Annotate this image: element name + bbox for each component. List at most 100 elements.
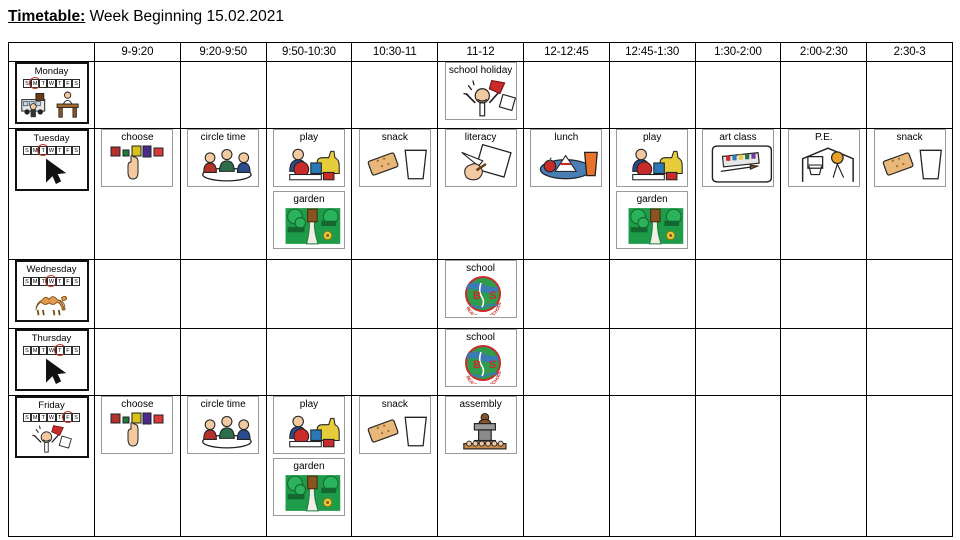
- schedule-cell[interactable]: [780, 259, 868, 329]
- schedule-cell[interactable]: [780, 395, 868, 537]
- activity-card[interactable]: garden: [272, 191, 345, 249]
- activity-label: school: [466, 332, 496, 343]
- schedule-cell[interactable]: [608, 259, 696, 329]
- schedule-cell[interactable]: school holiday: [437, 61, 524, 129]
- schedule-cell[interactable]: circle time: [179, 128, 267, 260]
- schedule-cell[interactable]: [265, 328, 353, 396]
- day-label: Monday: [34, 67, 69, 77]
- schedule-cell[interactable]: [179, 61, 267, 129]
- day-label: Tuesday: [33, 134, 70, 144]
- schedule-cell[interactable]: [780, 328, 868, 396]
- activity-card[interactable]: choose: [101, 396, 174, 454]
- schedule-cell[interactable]: literacy: [437, 128, 524, 260]
- schedule-cell[interactable]: [866, 61, 953, 129]
- activity-card[interactable]: literacy: [444, 129, 517, 187]
- week-letter: F: [63, 146, 72, 155]
- schedule-cell[interactable]: snack: [866, 128, 953, 260]
- schedule-cell[interactable]: choose: [94, 395, 181, 537]
- schedule-cell[interactable]: [351, 328, 439, 396]
- schedule-cell[interactable]: art class: [694, 128, 782, 260]
- day-card-thursday[interactable]: Thursday SMTWTFS: [14, 329, 89, 391]
- day-cell: Friday SMTWTFS: [8, 395, 95, 537]
- schedule-cell[interactable]: [866, 259, 953, 329]
- day-card-friday[interactable]: Friday SMTWTFS: [14, 396, 89, 458]
- schedule-cell[interactable]: [866, 328, 953, 396]
- schedule-cell[interactable]: [608, 395, 696, 537]
- schedule-cell[interactable]: snack: [351, 395, 439, 537]
- activity-card[interactable]: snack: [358, 129, 431, 187]
- activity-card[interactable]: school BSBEAUCHAMP SCHOOL: [444, 329, 517, 387]
- activity-label: snack: [381, 132, 408, 143]
- activity-card[interactable]: play: [616, 129, 689, 187]
- schedule-cell[interactable]: [694, 259, 782, 329]
- schedule-cell[interactable]: school BSBEAUCHAMP SCHOOL: [437, 259, 524, 329]
- week-letter: S: [22, 413, 32, 422]
- schedule-cell[interactable]: lunch: [522, 128, 610, 260]
- schedule-cell[interactable]: school BSBEAUCHAMP SCHOOL: [437, 328, 524, 396]
- activity-label: play: [299, 399, 319, 410]
- activity-card[interactable]: circle time: [187, 396, 260, 454]
- week-letter: W: [47, 79, 56, 88]
- day-card-tuesday[interactable]: Tuesday SMTWTFS: [14, 129, 89, 191]
- schedule-cell[interactable]: [179, 259, 267, 329]
- toys-icon: [275, 144, 343, 184]
- schedule-cell[interactable]: [351, 61, 439, 129]
- school-bus-and-desk-icon: [19, 89, 85, 119]
- timetable-header: 9-9:20 9:20-9:50 9:50-10:30 10:30-11 11-12 12…: [8, 42, 953, 62]
- day-card-monday[interactable]: Monday SMTWTFS: [14, 62, 89, 124]
- schedule-cell[interactable]: play garden: [265, 395, 353, 537]
- day-card-wednesday[interactable]: Wednesday SMTWTFS: [14, 260, 89, 322]
- schedule-cell[interactable]: [179, 328, 267, 396]
- schedule-cell[interactable]: [94, 61, 181, 129]
- week-strip: SMTWTFS: [19, 344, 85, 356]
- activity-label: school: [466, 263, 496, 274]
- schedule-cell[interactable]: [265, 259, 353, 329]
- week-letter: T: [53, 344, 66, 356]
- garden-icon: [275, 206, 343, 246]
- activity-card[interactable]: play: [272, 396, 345, 454]
- schedule-cell[interactable]: [780, 61, 868, 129]
- schedule-cell[interactable]: circle time: [179, 395, 267, 537]
- children-circle-icon: [189, 411, 257, 451]
- schedule-cell[interactable]: choose: [94, 128, 181, 260]
- schedule-cell[interactable]: [522, 259, 610, 329]
- activity-card[interactable]: play: [272, 129, 345, 187]
- schedule-cell[interactable]: [265, 61, 353, 129]
- schedule-cell[interactable]: [866, 395, 953, 537]
- activity-card[interactable]: lunch: [530, 129, 603, 187]
- activity-card[interactable]: assembly: [444, 396, 517, 454]
- schedule-cell[interactable]: assembly: [437, 395, 524, 537]
- garden-icon: [275, 473, 343, 513]
- schedule-cell[interactable]: [94, 328, 181, 396]
- schedule-cell[interactable]: snack: [351, 128, 439, 260]
- schedule-cell[interactable]: [522, 328, 610, 396]
- schedule-cell[interactable]: [608, 328, 696, 396]
- schedule-cell[interactable]: P.E.: [780, 128, 868, 260]
- schedule-cell[interactable]: [694, 395, 782, 537]
- schedule-cell[interactable]: [522, 61, 610, 129]
- schedule-cell[interactable]: [522, 395, 610, 537]
- time-slot-header: 12-12:45: [522, 42, 610, 62]
- biscuit-and-drink-icon: [361, 411, 429, 451]
- activity-card[interactable]: school BSBEAUCHAMP SCHOOL: [444, 260, 517, 318]
- schedule-cell[interactable]: play garden: [608, 128, 696, 260]
- school-logo-icon: BSBEAUCHAMP SCHOOL: [447, 275, 515, 315]
- schedule-cell[interactable]: [694, 61, 782, 129]
- activity-card[interactable]: snack: [358, 396, 431, 454]
- activity-card[interactable]: garden: [616, 191, 689, 249]
- schedule-cell[interactable]: [351, 259, 439, 329]
- activity-card[interactable]: garden: [272, 458, 345, 516]
- schedule-cell[interactable]: [694, 328, 782, 396]
- activity-card[interactable]: P.E.: [787, 129, 860, 187]
- schedule-cell[interactable]: play garden: [265, 128, 353, 260]
- activity-label: literacy: [464, 132, 497, 143]
- schedule-cell[interactable]: [608, 61, 696, 129]
- activity-card[interactable]: art class: [701, 129, 774, 187]
- schedule-cell[interactable]: [94, 259, 181, 329]
- week-letter: W: [47, 146, 56, 155]
- activity-card[interactable]: school holiday: [444, 62, 517, 120]
- page-title-label: Timetable:: [8, 8, 86, 25]
- activity-card[interactable]: circle time: [187, 129, 260, 187]
- activity-card[interactable]: snack: [873, 129, 946, 187]
- activity-card[interactable]: choose: [101, 129, 174, 187]
